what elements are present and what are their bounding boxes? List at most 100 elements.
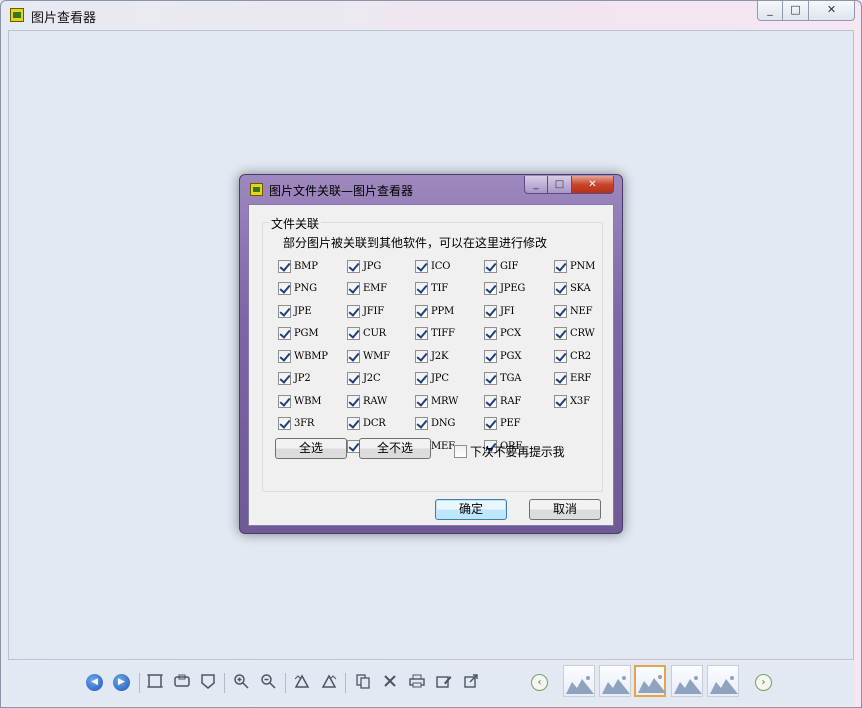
format-checkbox-x3f[interactable]: X3F <box>554 394 590 408</box>
format-checkbox-mrw[interactable]: MRW <box>415 394 458 408</box>
format-checkbox-ppm[interactable]: PPM <box>415 304 454 318</box>
rotate-left-button[interactable] <box>292 673 312 693</box>
format-checkbox-tif[interactable]: TIF <box>415 282 448 296</box>
close-button[interactable]: ✕ <box>809 1 855 21</box>
checkbox-checked-icon <box>278 282 291 295</box>
print-button[interactable] <box>407 673 427 693</box>
thumbnail[interactable] <box>563 665 595 697</box>
format-checkbox-pcx[interactable]: PCX <box>484 327 521 341</box>
format-checkbox-dcr[interactable]: DCR <box>347 417 386 431</box>
fit-window-icon <box>147 674 163 688</box>
format-checkbox-pgm[interactable]: PGM <box>278 327 319 341</box>
format-label: J2K <box>431 350 449 362</box>
format-checkbox-tiff[interactable]: TIFF <box>415 327 455 341</box>
format-checkbox-cr2[interactable]: CR2 <box>554 349 591 363</box>
fit-window-button[interactable] <box>145 673 165 693</box>
copy-button[interactable] <box>353 673 373 693</box>
format-checkbox-jpe[interactable]: JPE <box>278 304 312 318</box>
format-checkbox-jpg[interactable]: JPG <box>347 259 381 273</box>
format-checkbox-jfif[interactable]: JFIF <box>347 304 384 318</box>
landscape-icon <box>710 676 738 694</box>
format-checkbox-raw[interactable]: RAW <box>347 394 387 408</box>
zoom-out-button[interactable] <box>258 673 278 693</box>
dialog-close-button[interactable]: ✕ <box>572 176 614 194</box>
actual-size-button[interactable] <box>172 673 192 693</box>
edit-icon <box>436 676 452 688</box>
toolbar-separator <box>139 673 140 693</box>
format-checkbox-wmf[interactable]: WMF <box>347 349 390 363</box>
edit-button[interactable] <box>434 673 454 693</box>
format-label: JFIF <box>363 305 385 317</box>
checkbox-checked-icon <box>554 327 567 340</box>
delete-button[interactable] <box>380 673 400 693</box>
format-checkbox-nef[interactable]: NEF <box>554 304 593 318</box>
thumbnail[interactable] <box>599 665 631 697</box>
format-checkbox-wbm[interactable]: WBM <box>278 394 321 408</box>
checkbox-checked-icon <box>415 349 428 363</box>
format-checkbox-cur[interactable]: CUR <box>347 327 386 341</box>
toolbar-separator <box>345 673 346 693</box>
format-checkbox-jpc[interactable]: JPC <box>415 372 449 386</box>
dont-ask-again-checkbox[interactable]: 下次不要再提示我 <box>454 444 565 459</box>
format-checkbox-jp2[interactable]: JP2 <box>278 372 311 386</box>
caption-buttons: _ □ ✕ <box>757 1 855 21</box>
cancel-button[interactable]: 取消 <box>529 499 601 520</box>
format-checkbox-bmp[interactable]: BMP <box>278 259 318 273</box>
thumbnail-active[interactable] <box>634 665 666 697</box>
thumbs-prev-button[interactable]: ‹ <box>531 674 548 691</box>
rotate-left-icon <box>294 674 310 688</box>
format-checkbox-png[interactable]: PNG <box>278 282 317 296</box>
checkbox-checked-icon <box>347 349 360 363</box>
select-none-button[interactable]: 全不选 <box>359 438 431 459</box>
next-image-button[interactable]: ▶ <box>113 674 130 691</box>
format-checkbox-pnm[interactable]: PNM <box>554 259 595 273</box>
format-checkbox-wbmp[interactable]: WBMP <box>278 349 328 363</box>
checkbox-checked-icon <box>347 417 360 430</box>
open-with-button[interactable] <box>461 673 481 693</box>
title-bar[interactable]: 图片查看器 _ □ ✕ <box>1 1 861 29</box>
thumbs-next-button[interactable]: › <box>755 674 772 691</box>
fullscreen-button[interactable] <box>198 673 218 693</box>
format-label: J2C <box>363 373 381 384</box>
zoom-in-button[interactable] <box>231 673 251 693</box>
format-checkbox-3fr[interactable]: 3FR <box>278 417 314 431</box>
format-checkbox-pef[interactable]: PEF <box>484 417 521 431</box>
select-all-button[interactable]: 全选 <box>275 438 347 459</box>
format-checkbox-jpeg[interactable]: JPEG <box>484 282 525 296</box>
format-checkbox-ska[interactable]: SKA <box>554 282 591 296</box>
format-checkbox-raf[interactable]: RAF <box>484 394 521 408</box>
maximize-icon: □ <box>554 179 565 190</box>
format-checkbox-dng[interactable]: DNG <box>415 417 455 431</box>
format-label: MRW <box>431 395 459 407</box>
format-checkbox-j2k[interactable]: J2K <box>415 349 448 363</box>
dialog-app-icon <box>250 183 263 196</box>
minimize-button[interactable]: _ <box>757 1 783 21</box>
format-label: TIFF <box>431 328 455 339</box>
checkbox-checked-icon <box>554 259 567 273</box>
prev-image-button[interactable]: ◀ <box>86 674 103 691</box>
maximize-button[interactable]: □ <box>783 1 809 21</box>
format-checkbox-jfi[interactable]: JFI <box>484 304 515 318</box>
dialog-minimize-button[interactable]: _ <box>524 176 548 194</box>
format-checkbox-emf[interactable]: EMF <box>347 282 387 296</box>
zoom-out-icon <box>261 674 276 689</box>
minimize-icon: _ <box>767 3 773 16</box>
format-checkbox-ico[interactable]: ICO <box>415 259 450 273</box>
prev-icon: ◀ <box>91 677 98 687</box>
format-label: JPEG <box>500 283 526 294</box>
format-label: PEF <box>500 418 521 429</box>
format-checkbox-gif[interactable]: GIF <box>484 259 518 273</box>
thumbnail[interactable] <box>707 665 739 697</box>
checkbox-checked-icon <box>415 327 428 340</box>
toolbar-separator <box>285 673 286 693</box>
ok-button[interactable]: 确定 <box>435 499 507 520</box>
format-checkbox-tga[interactable]: TGA <box>484 372 521 386</box>
dialog-maximize-button[interactable]: □ <box>548 176 572 194</box>
format-checkbox-j2c[interactable]: J2C <box>347 372 381 386</box>
checkbox-checked-icon <box>278 304 291 318</box>
format-checkbox-erf[interactable]: ERF <box>554 372 591 386</box>
format-checkbox-crw[interactable]: CRW <box>554 327 595 341</box>
rotate-right-button[interactable] <box>319 673 339 693</box>
thumbnail[interactable] <box>671 665 703 697</box>
format-checkbox-pgx[interactable]: PGX <box>484 349 521 363</box>
